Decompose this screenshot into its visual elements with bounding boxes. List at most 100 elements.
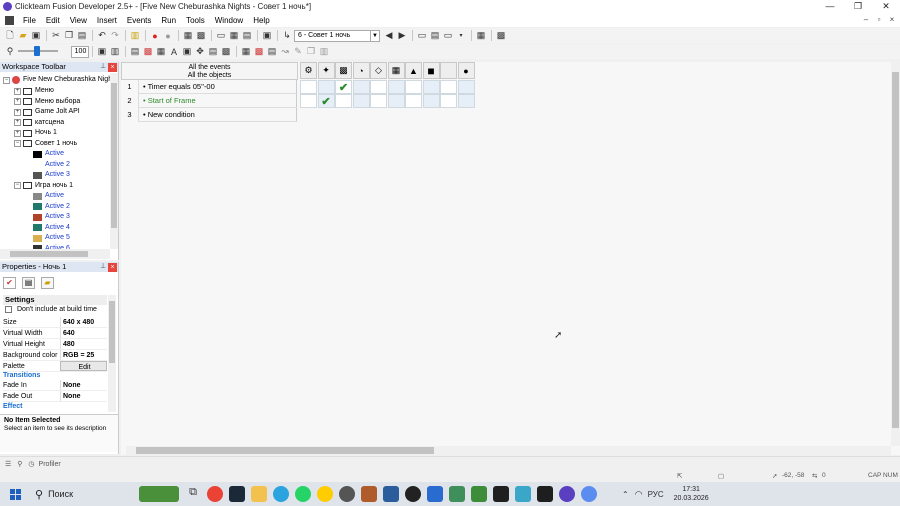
properties-icon[interactable]: ▥ <box>129 30 141 42</box>
property-row[interactable]: Virtual Width 640 <box>3 328 107 339</box>
data-icon[interactable]: ▤ <box>241 30 253 42</box>
calculator-icon[interactable] <box>427 486 444 502</box>
layout-icon[interactable]: ▭ <box>416 30 428 42</box>
tab-about-icon[interactable]: ▰ <box>41 277 54 289</box>
property-row[interactable]: Fade Out None <box>3 391 107 402</box>
tree-item[interactable]: − Совет 1 ночь <box>14 139 77 149</box>
yandex-icon[interactable] <box>317 486 334 502</box>
property-value[interactable]: Edit <box>60 361 107 371</box>
menu-view[interactable]: View <box>65 16 92 25</box>
paint-icon[interactable]: ▣ <box>181 46 193 58</box>
menu-run[interactable]: Run <box>156 16 181 25</box>
move-icon[interactable]: ✥ <box>194 46 206 58</box>
dropdown-icon[interactable]: ▾ <box>455 30 467 42</box>
event-grid-cell[interactable] <box>317 80 335 94</box>
workspace-scroll-thumb[interactable] <box>111 83 117 228</box>
tree-root[interactable]: − Five New Cheburashka Nigh <box>3 75 110 85</box>
property-row[interactable]: Background color RGB = 25 <box>3 350 107 361</box>
view2-icon[interactable]: ▥ <box>109 46 121 58</box>
timer-icon[interactable]: ◔ <box>352 62 370 79</box>
pick-icon[interactable]: ▦ <box>240 46 252 58</box>
properties-tab-icon[interactable]: ☰ <box>5 460 11 468</box>
profiler-tab[interactable]: Profiler <box>39 461 61 468</box>
layout2-icon[interactable]: ▤ <box>429 30 441 42</box>
tree-item[interactable]: + катсцена <box>14 118 64 128</box>
task-view-icon[interactable]: ⧉ <box>185 486 201 502</box>
cut-icon[interactable]: ✂ <box>50 30 62 42</box>
tray-chevron-icon[interactable]: ⌃ <box>622 490 629 499</box>
edit-icon[interactable]: ▤ <box>266 46 278 58</box>
event-grid-cell[interactable] <box>300 94 317 108</box>
minimize-button[interactable]: — <box>816 0 844 13</box>
properties-close-icon[interactable]: × <box>108 262 117 272</box>
stop-icon[interactable]: ● <box>162 30 174 42</box>
steam-icon[interactable] <box>229 486 246 502</box>
doc-close-icon[interactable]: × <box>887 15 897 25</box>
expand-icon[interactable]: + <box>14 108 21 116</box>
expand-icon[interactable]: + <box>14 98 21 105</box>
app-icon-7[interactable] <box>515 486 532 502</box>
app-icon-3[interactable] <box>383 486 400 502</box>
undo-icon[interactable]: ↶ <box>96 30 108 42</box>
event-condition[interactable]: • Start of Frame <box>139 94 297 108</box>
search-tab-icon[interactable]: ⚲ <box>17 460 22 468</box>
expand-icon[interactable]: + <box>14 119 21 126</box>
tree-item[interactable]: + Меню выбора <box>14 97 80 107</box>
event-grid-cell[interactable] <box>440 94 457 108</box>
property-value[interactable]: RGB = 25 <box>60 350 107 360</box>
telegram-icon[interactable] <box>273 486 290 502</box>
storyboard-icon[interactable]: ▩ <box>335 62 352 79</box>
image-editor-icon[interactable]: ▣ <box>261 30 273 42</box>
special-icon[interactable]: ⚙ <box>300 62 317 79</box>
zoom-input[interactable]: 100 <box>71 45 89 58</box>
keyboard-icon[interactable]: ▦ <box>387 62 405 79</box>
workspace-scrollbar[interactable] <box>110 73 118 249</box>
menu-edit[interactable]: Edit <box>41 16 65 25</box>
paste-icon[interactable]: ▤ <box>76 30 88 42</box>
curve-icon[interactable]: ↝ <box>279 46 291 58</box>
layout3-icon[interactable]: ▭ <box>442 30 454 42</box>
event-grid-cell[interactable] <box>405 80 422 94</box>
terminal-icon[interactable] <box>537 486 554 502</box>
save-icon[interactable]: ▣ <box>30 30 42 42</box>
wifi-icon[interactable]: ◠ <box>635 489 643 500</box>
frame-select[interactable]: 6 - Совет 1 ночь ▼ <box>294 29 380 42</box>
expand-icon[interactable]: + <box>14 129 21 137</box>
clock-icon[interactable]: ◷ <box>28 460 34 468</box>
menu-insert[interactable]: Insert <box>92 16 122 25</box>
zoom-icon[interactable]: ⚲ <box>4 46 16 58</box>
whatsapp-icon[interactable] <box>295 486 312 502</box>
menu-help[interactable]: Help <box>248 16 274 25</box>
app-icon-5[interactable] <box>449 486 466 502</box>
event-grid-cell[interactable] <box>422 80 440 94</box>
event-row[interactable]: 1 • Timer equals 05''-00 <box>121 80 297 94</box>
event-list-icon[interactable]: ▦ <box>228 30 240 42</box>
event-grid-cell[interactable] <box>440 80 457 94</box>
pen-icon[interactable]: ✎ <box>292 46 304 58</box>
player-icon[interactable]: ▲ <box>405 62 422 79</box>
copy-icon[interactable]: ❐ <box>63 30 75 42</box>
event-grid-cell[interactable]: ✔ <box>335 80 352 94</box>
property-row[interactable]: Virtual Height 480 <box>3 339 107 350</box>
clock[interactable]: 17:31 20.03.2026 <box>674 485 709 503</box>
expand-icon[interactable]: + <box>14 87 21 95</box>
event-grid-cell[interactable] <box>422 94 440 108</box>
property-value[interactable]: None <box>60 391 107 401</box>
property-row[interactable]: Fade In None <box>3 380 107 391</box>
event-condition[interactable]: • Timer equals 05''-00 <box>139 80 297 94</box>
workspace-hscroll-thumb[interactable] <box>10 251 88 257</box>
text-icon[interactable]: A <box>168 46 180 58</box>
event-grid-cell[interactable]: ✔ <box>317 94 335 108</box>
app-icon-6[interactable] <box>493 486 510 502</box>
event-grid-cell[interactable] <box>352 94 370 108</box>
app-icon-4[interactable] <box>405 486 422 502</box>
grid2-icon[interactable]: ▩ <box>220 46 232 58</box>
empty-column-icon[interactable] <box>440 62 457 79</box>
zoom-slider-thumb[interactable] <box>34 46 40 56</box>
prev-frame-icon[interactable]: ◀ <box>383 30 395 42</box>
goto-icon[interactable]: ↳ <box>281 30 293 42</box>
property-value[interactable]: 480 <box>60 339 107 349</box>
tree-item[interactable]: + Ночь 1 <box>14 128 57 138</box>
tree-item[interactable]: + Меню <box>14 86 54 96</box>
frame-icon[interactable]: ▤ <box>129 46 141 58</box>
